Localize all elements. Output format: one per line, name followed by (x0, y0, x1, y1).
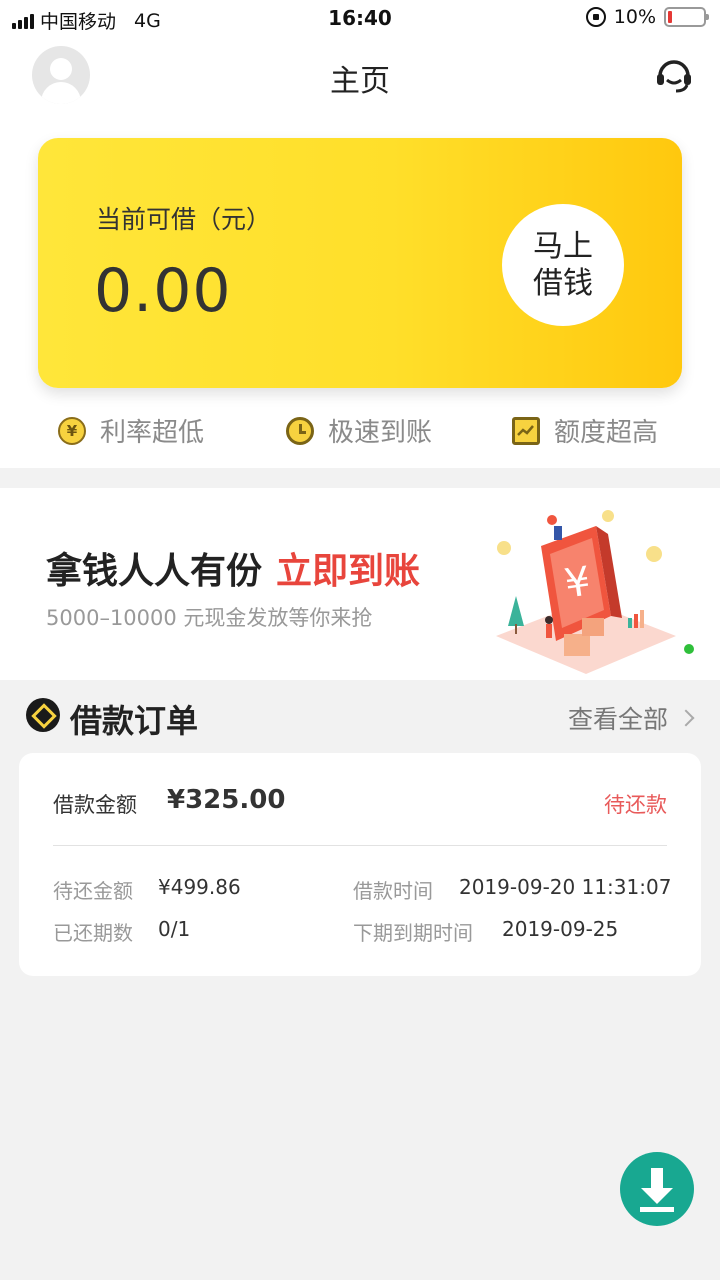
download-icon (640, 1168, 674, 1212)
loan-amount-label: 借款金额 (53, 793, 137, 817)
order-card[interactable]: 借款金额 ¥325.00 待还款 待还金额 ¥499.86 借款时间 2019-… (19, 753, 701, 976)
paid-periods-label: 已还期数 (53, 921, 133, 945)
view-all-label: 查看全部 (567, 705, 668, 734)
feature-label: 额度超高 (554, 418, 659, 448)
feature-row: ¥ 利率超低 极速到账 额度超高 (0, 412, 720, 452)
feature-label: 极速到账 (328, 418, 433, 448)
due-amount-label: 待还金额 (53, 879, 133, 903)
borrow-now-button[interactable]: 马上 借钱 (502, 204, 624, 326)
feature-low-rate: ¥ 利率超低 (58, 412, 204, 449)
next-due-label: 下期到期时间 (353, 921, 473, 945)
banner-title-main: 拿钱人人有份 (46, 551, 263, 592)
banner-illustration: ¥ (496, 510, 676, 674)
orders-title: 借款订单 (70, 702, 199, 740)
divider (53, 845, 667, 846)
loan-card: 当前可借（元） 0.00 马上 借钱 (38, 138, 682, 388)
alarm-clock-icon (286, 416, 314, 445)
available-amount: 0.00 (94, 256, 232, 326)
chart-icon (512, 416, 540, 445)
banner-title: 拿钱人人有份 立即到账 (46, 542, 420, 594)
feature-high-limit: 额度超高 (512, 412, 658, 449)
rotation-lock-icon (585, 7, 606, 27)
next-due-value: 2019-09-25 (502, 917, 619, 941)
order-icon (26, 698, 60, 732)
loan-amount-value: ¥325.00 (167, 785, 286, 815)
battery-percent: 10% (613, 6, 656, 28)
battery-icon (664, 7, 709, 27)
borrow-button-line1: 马上 (533, 229, 593, 264)
promo-banner[interactable]: 拿钱人人有份 立即到账 5000–10000 元现金发放等你来抢 ¥ (0, 488, 720, 680)
orders-header: 借款订单 查看全部 (0, 680, 720, 752)
loan-time-label: 借款时间 (353, 879, 433, 903)
status-right: 10% (585, 6, 709, 28)
loan-time-value: 2019-09-20 11:31:07 (459, 875, 672, 899)
status-badge: 待还款 (604, 793, 667, 817)
status-bar: 中国移动 4G 16:40 10% (0, 0, 720, 36)
top-section: 当前可借（元） 0.00 马上 借钱 ¥ 利率超低 极速到账 额度超高 (0, 116, 720, 468)
carousel-indicator (684, 644, 694, 654)
feature-fast: 极速到账 (286, 412, 432, 449)
borrow-button-line2: 借钱 (533, 266, 593, 301)
headset-icon[interactable] (654, 56, 694, 94)
page-title: 主页 (330, 64, 390, 99)
app-header: 主页 (0, 36, 720, 116)
view-all-link[interactable]: 查看全部 (567, 700, 695, 736)
due-amount-value: ¥499.86 (158, 875, 241, 899)
chevron-right-icon (677, 709, 695, 727)
banner-subtitle: 5000–10000 元现金发放等你来抢 (46, 606, 373, 630)
yen-coin-icon: ¥ (58, 416, 86, 445)
paid-periods-value: 0/1 (158, 917, 191, 941)
feature-label: 利率超低 (100, 418, 205, 448)
available-label: 当前可借（元） (96, 205, 272, 234)
banner-title-highlight: 立即到账 (276, 551, 421, 592)
download-button[interactable] (620, 1152, 694, 1226)
